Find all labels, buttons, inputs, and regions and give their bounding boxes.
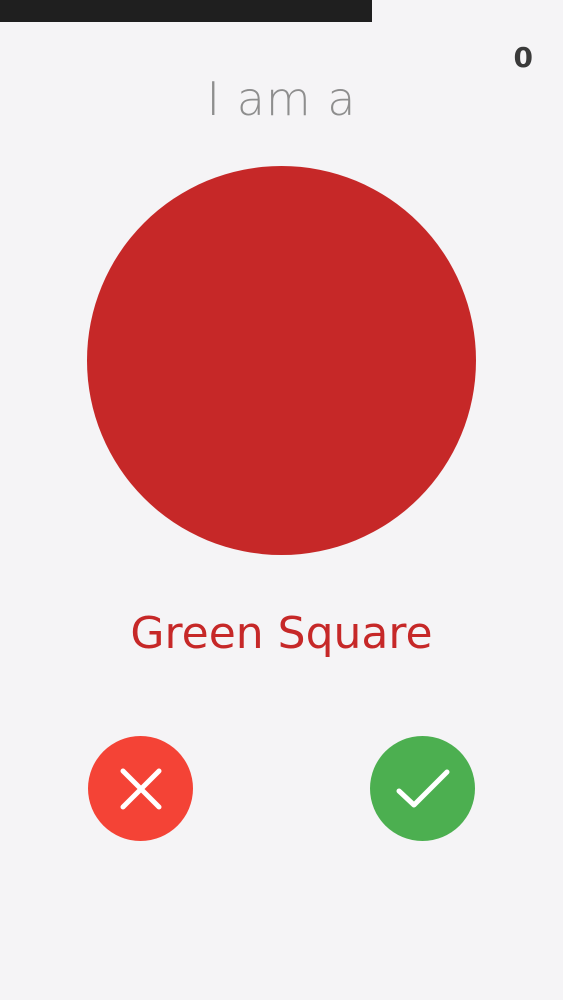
status-bar — [0, 0, 372, 22]
wrong-button[interactable] — [88, 736, 193, 841]
shape-name-label: Green Square — [130, 608, 433, 659]
score-counter: 0 — [513, 41, 533, 74]
right-button[interactable] — [370, 736, 475, 841]
close-icon — [120, 768, 161, 809]
prompt-text: I am a — [206, 72, 357, 126]
shape-display — [87, 166, 476, 555]
check-icon — [396, 769, 449, 807]
